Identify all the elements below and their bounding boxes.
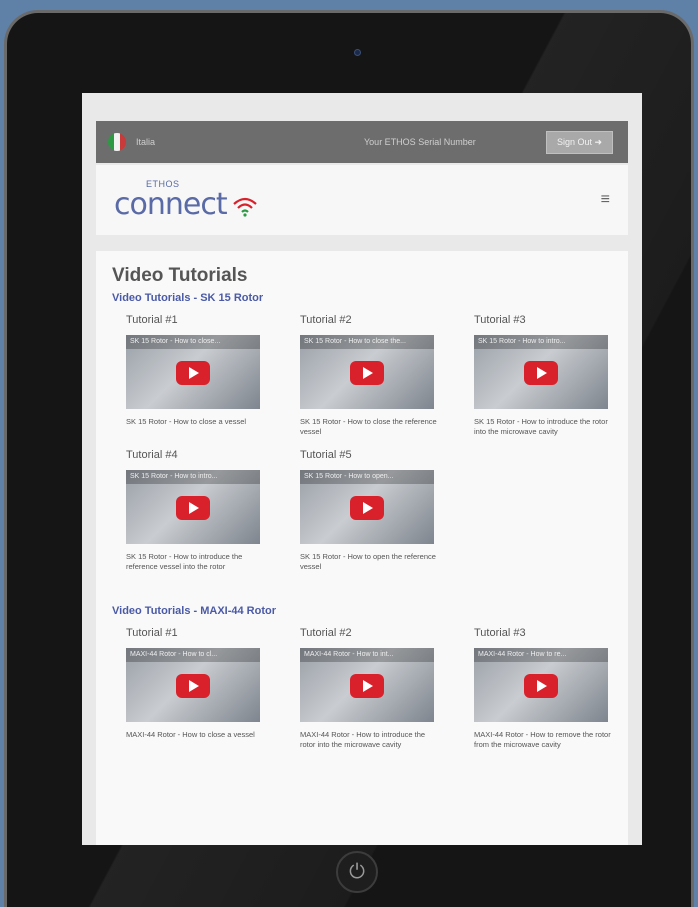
logo-big-text: connect xyxy=(114,187,228,222)
tutorial-card: Tutorial #2 MAXI-44 Rotor - How to int..… xyxy=(300,627,450,750)
video-thumbnail[interactable]: SK 15 Rotor - How to close... xyxy=(126,335,260,409)
play-icon[interactable] xyxy=(524,361,558,385)
video-thumbnail[interactable]: SK 15 Rotor - How to intro... xyxy=(126,470,260,545)
play-icon[interactable] xyxy=(176,673,210,698)
tutorial-description: MAXI-44 Rotor - How to remove the rotor … xyxy=(474,729,611,749)
video-caption: SK 15 Rotor - How to close the... xyxy=(300,335,434,349)
tutorial-description: SK 15 Rotor - How to introduce the refer… xyxy=(126,552,243,572)
tutorial-title: Tutorial #2 xyxy=(300,626,352,639)
ethos-connect-logo[interactable]: ETHOS connect xyxy=(114,175,264,225)
tutorial-card: Tutorial #3 SK 15 Rotor - How to intro..… xyxy=(474,314,624,437)
flag-stripe-red xyxy=(120,133,126,151)
video-thumbnail[interactable]: MAXI-44 Rotor - How to cl... xyxy=(126,647,260,722)
video-caption: MAXI-44 Rotor - How to int... xyxy=(300,647,434,662)
play-icon[interactable] xyxy=(350,496,384,521)
section-title[interactable]: Video Tutorials - SK 15 Rotor xyxy=(112,292,612,304)
tutorial-grid: Tutorial #1 MAXI-44 Rotor - How to cl...… xyxy=(112,627,612,750)
tutorial-grid: Tutorial #1 SK 15 Rotor - How to close..… xyxy=(112,314,612,573)
video-caption: SK 15 Rotor - How to close... xyxy=(126,335,260,349)
tutorial-title: Tutorial #3 xyxy=(474,626,526,639)
serial-number-label: Your ETHOS Serial Number xyxy=(364,137,476,147)
tutorial-title: Tutorial #1 xyxy=(126,314,178,326)
top-bar: Italia Your ETHOS Serial Number Sign Out… xyxy=(96,121,628,163)
tutorial-card: Tutorial #1 SK 15 Rotor - How to close..… xyxy=(126,314,276,437)
tutorial-title: Tutorial #1 xyxy=(126,626,178,639)
video-caption: MAXI-44 Rotor - How to re... xyxy=(474,647,608,662)
section-title[interactable]: Video Tutorials - MAXI-44 Rotor xyxy=(112,605,612,617)
language-label[interactable]: Italia xyxy=(136,137,286,147)
tutorial-card: Tutorial #1 MAXI-44 Rotor - How to cl...… xyxy=(126,627,276,750)
play-icon[interactable] xyxy=(350,361,384,385)
site-header: ETHOS connect ≡ xyxy=(96,165,628,235)
wifi-icon xyxy=(233,197,257,217)
screen: Italia Your ETHOS Serial Number Sign Out… xyxy=(82,93,642,845)
power-icon: ⏻ xyxy=(349,860,365,883)
italy-flag-icon[interactable] xyxy=(108,133,126,151)
tutorial-description: SK 15 Rotor - How to introduce the rotor… xyxy=(474,417,608,437)
section-maxi44: Video Tutorials - MAXI-44 Rotor Tutorial… xyxy=(112,605,612,750)
play-icon[interactable] xyxy=(176,496,210,521)
tutorial-card: Tutorial #2 SK 15 Rotor - How to close t… xyxy=(300,314,450,437)
tutorial-title: Tutorial #4 xyxy=(126,449,178,462)
play-icon[interactable] xyxy=(524,673,558,698)
video-caption: SK 15 Rotor - How to open... xyxy=(300,470,434,485)
home-button[interactable]: ⏻ xyxy=(336,851,378,893)
tutorial-card: Tutorial #3 MAXI-44 Rotor - How to re...… xyxy=(474,627,624,750)
sign-out-button[interactable]: Sign Out ➜ xyxy=(546,130,614,154)
tutorial-description: SK 15 Rotor - How to close the reference… xyxy=(300,417,437,437)
page-title: Video Tutorials xyxy=(112,265,248,286)
tutorial-title: Tutorial #3 xyxy=(474,314,526,326)
video-thumbnail[interactable]: MAXI-44 Rotor - How to int... xyxy=(300,647,434,722)
play-icon[interactable] xyxy=(176,361,210,385)
tutorial-title: Tutorial #2 xyxy=(300,314,352,326)
video-caption: SK 15 Rotor - How to intro... xyxy=(126,470,260,485)
video-caption: SK 15 Rotor - How to intro... xyxy=(474,335,608,349)
section-sk15: Video Tutorials - SK 15 Rotor Tutorial #… xyxy=(112,292,612,573)
video-caption: MAXI-44 Rotor - How to cl... xyxy=(126,647,260,662)
tablet-frame: Italia Your ETHOS Serial Number Sign Out… xyxy=(4,10,694,907)
tutorial-description: SK 15 Rotor - How to close a vessel xyxy=(126,417,247,426)
camera-icon xyxy=(354,49,361,56)
main-content: Video Tutorials Video Tutorials - SK 15 … xyxy=(96,251,628,845)
video-thumbnail[interactable]: SK 15 Rotor - How to open... xyxy=(300,470,434,545)
tutorial-card: Tutorial #4 SK 15 Rotor - How to intro..… xyxy=(126,449,276,572)
video-thumbnail[interactable]: SK 15 Rotor - How to intro... xyxy=(474,335,608,409)
tutorial-card: Tutorial #5 SK 15 Rotor - How to open...… xyxy=(300,449,450,572)
play-icon[interactable] xyxy=(350,673,384,698)
hamburger-menu-icon[interactable]: ≡ xyxy=(601,191,610,209)
tutorial-description: MAXI-44 Rotor - How to close a vessel xyxy=(126,729,255,739)
video-thumbnail[interactable]: SK 15 Rotor - How to close the... xyxy=(300,335,434,409)
video-thumbnail[interactable]: MAXI-44 Rotor - How to re... xyxy=(474,647,608,722)
tutorial-title: Tutorial #5 xyxy=(300,449,352,462)
tutorial-description: MAXI-44 Rotor - How to introduce the rot… xyxy=(300,729,426,749)
tutorial-description: SK 15 Rotor - How to open the reference … xyxy=(300,552,436,572)
